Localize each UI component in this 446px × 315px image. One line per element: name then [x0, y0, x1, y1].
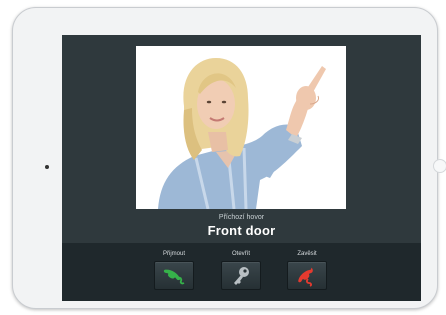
answer-button[interactable]: Přijmout	[154, 250, 194, 290]
answer-label: Přijmout	[162, 251, 185, 257]
hang-up-label: Zavěsit	[297, 251, 317, 257]
intercom-screen: Příchozí hovor Front door Přijmout Otevř…	[62, 35, 421, 301]
phone-hangup-icon	[298, 267, 313, 287]
open-door-label: Otevřít	[231, 251, 250, 257]
home-button[interactable]	[433, 159, 446, 173]
call-status-text: Příchozí hovor	[218, 214, 265, 221]
video-feed	[136, 46, 346, 209]
call-action-bar: Přijmout Otevřít Zavěsit	[62, 243, 421, 301]
key-icon	[234, 266, 249, 285]
tablet-frame: Příchozí hovor Front door Přijmout Otevř…	[12, 7, 446, 309]
hang-up-button[interactable]: Zavěsit	[287, 250, 327, 290]
camera-dot	[45, 165, 49, 169]
open-door-button[interactable]: Otevřít	[221, 250, 261, 290]
video-frame-image	[136, 46, 346, 209]
phone-answer-icon	[163, 269, 185, 284]
caller-name: Front door	[207, 223, 276, 238]
